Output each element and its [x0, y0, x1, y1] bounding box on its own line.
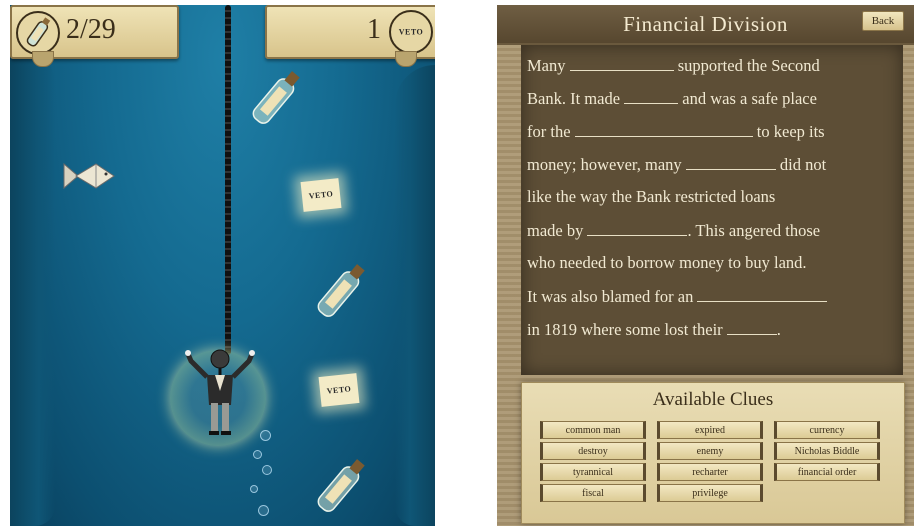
game-scene[interactable]: 2/29 1 VETO VETO VETO	[10, 5, 435, 526]
bottles-counter-banner: 2/29	[10, 5, 179, 67]
veto-icon: VETO	[389, 10, 433, 54]
message-bottle[interactable]	[313, 455, 370, 517]
blank-slot[interactable]	[685, 154, 776, 170]
clue-privilege[interactable]: privilege	[657, 484, 763, 502]
clue-destroy[interactable]: destroy	[540, 442, 646, 460]
quiz-panel: Financial Division Back Many supported t…	[497, 5, 914, 526]
veto-note[interactable]: VETO	[318, 373, 360, 407]
blank-slot[interactable]	[726, 319, 777, 335]
diver-character[interactable]	[185, 345, 255, 437]
page-title: Financial Division	[497, 5, 914, 43]
message-bottle[interactable]	[248, 67, 305, 129]
clue-recharter[interactable]: recharter	[657, 463, 763, 481]
veto-note[interactable]: VETO	[300, 178, 342, 212]
veto-counter-banner: 1 VETO	[265, 5, 435, 67]
bottles-counter: 2/29	[66, 14, 116, 45]
blank-slot[interactable]	[587, 220, 688, 236]
clue-nicholas-biddle[interactable]: Nicholas Biddle	[774, 442, 880, 460]
clue-expired[interactable]: expired	[657, 421, 763, 439]
clue-fiscal[interactable]: fiscal	[540, 484, 646, 502]
clue-enemy[interactable]: enemy	[657, 442, 763, 460]
right-reef	[395, 65, 435, 526]
clue-tyrannical[interactable]: tyrannical	[540, 463, 646, 481]
bottle-icon	[16, 11, 60, 55]
blank-slot[interactable]	[569, 55, 674, 71]
left-reef	[10, 45, 55, 526]
blank-slot[interactable]	[697, 286, 828, 302]
blank-slot[interactable]	[574, 121, 753, 137]
clue-common-man[interactable]: common man	[540, 421, 646, 439]
back-button[interactable]: Back	[862, 11, 904, 31]
veto-counter: 1	[367, 14, 381, 45]
clue-financial-order[interactable]: financial order	[774, 463, 880, 481]
blank-slot[interactable]	[624, 88, 679, 104]
diver-chain	[225, 5, 231, 355]
fill-in-passage: Many supported the Second Bank. It made …	[521, 45, 903, 375]
clue-currency[interactable]: currency	[774, 421, 880, 439]
clues-title: Available Clues	[652, 389, 774, 410]
origami-fish	[63, 162, 115, 190]
clues-panel: Available Clues common man expired curre…	[521, 382, 905, 524]
message-bottle[interactable]	[313, 260, 370, 322]
